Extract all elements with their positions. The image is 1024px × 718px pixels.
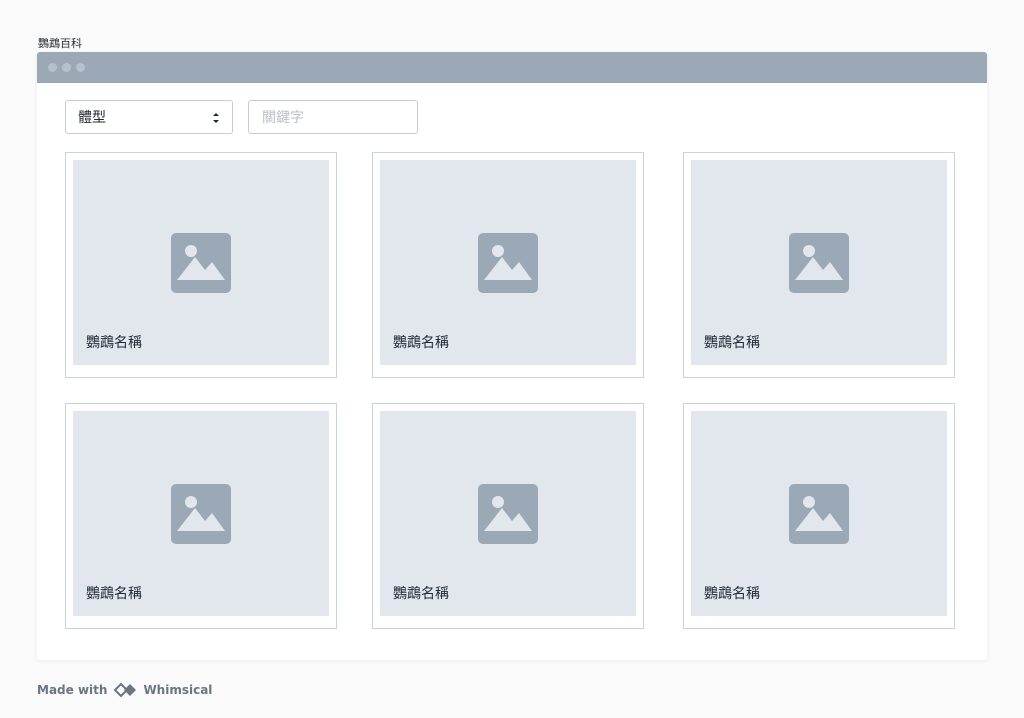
card-image-area: 鸚鵡名稱 (691, 160, 947, 365)
parrot-card[interactable]: 鸚鵡名稱 (65, 152, 337, 378)
card-image-area: 鸚鵡名稱 (691, 411, 947, 616)
window-minimize-dot-icon[interactable] (62, 63, 71, 72)
image-placeholder-icon (171, 233, 231, 293)
page-title: 鸚鵡百科 (38, 37, 82, 50)
select-updown-arrows-icon (213, 113, 219, 123)
parrot-card[interactable]: 鸚鵡名稱 (683, 403, 955, 629)
whimsical-logo-icon (114, 682, 137, 698)
card-image-area: 鸚鵡名稱 (73, 160, 329, 365)
window-close-dot-icon[interactable] (48, 63, 57, 72)
made-with-footer[interactable]: Made with Whimsical (37, 681, 212, 699)
card-title: 鸚鵡名稱 (704, 335, 760, 351)
card-title: 鸚鵡名稱 (86, 335, 142, 351)
made-with-text: Made with (37, 683, 108, 697)
window-maximize-dot-icon[interactable] (76, 63, 85, 72)
keyword-search-input[interactable]: 關鍵字 (248, 100, 418, 134)
card-image-area: 鸚鵡名稱 (380, 411, 636, 616)
window-titlebar (37, 52, 987, 83)
whimsical-brand-text: Whimsical (143, 683, 213, 697)
size-filter-value: 體型 (78, 110, 106, 126)
image-placeholder-icon (171, 484, 231, 544)
image-placeholder-icon (478, 233, 538, 293)
browser-window: 體型 關鍵字 鸚鵡名稱 鸚鵡名稱 鸚鵡名稱 鸚鵡名稱 鸚鵡名稱 鸚鵡名稱 (37, 52, 987, 660)
keyword-placeholder: 關鍵字 (262, 110, 304, 126)
image-placeholder-icon (478, 484, 538, 544)
card-title: 鸚鵡名稱 (393, 335, 449, 351)
parrot-card[interactable]: 鸚鵡名稱 (372, 403, 644, 629)
card-title: 鸚鵡名稱 (86, 586, 142, 602)
card-image-area: 鸚鵡名稱 (380, 160, 636, 365)
image-placeholder-icon (789, 484, 849, 544)
size-filter-select[interactable]: 體型 (65, 100, 233, 134)
parrot-card[interactable]: 鸚鵡名稱 (372, 152, 644, 378)
image-placeholder-icon (789, 233, 849, 293)
parrot-card[interactable]: 鸚鵡名稱 (65, 403, 337, 629)
card-image-area: 鸚鵡名稱 (73, 411, 329, 616)
card-title: 鸚鵡名稱 (393, 586, 449, 602)
card-title: 鸚鵡名稱 (704, 586, 760, 602)
parrot-card[interactable]: 鸚鵡名稱 (683, 152, 955, 378)
